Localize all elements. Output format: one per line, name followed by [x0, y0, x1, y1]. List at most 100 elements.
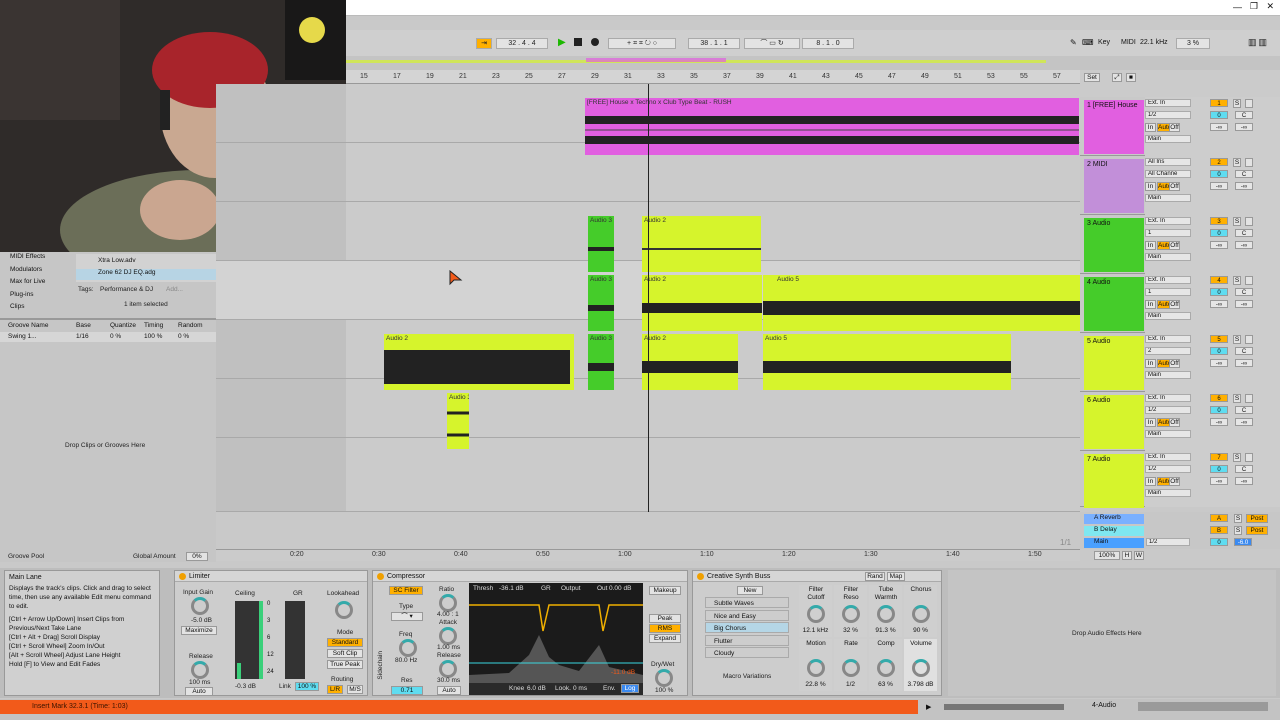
macro-knob[interactable]: [877, 659, 895, 677]
groove-cell[interactable]: 1/16: [76, 333, 89, 340]
routing-ms[interactable]: M/S: [347, 685, 363, 694]
track-name[interactable]: 2 MIDI: [1084, 159, 1144, 213]
file-item[interactable]: Xtra Low.adv: [76, 257, 216, 267]
monitor-off-button[interactable]: Off: [1169, 300, 1180, 309]
return-a-letter[interactable]: A: [1210, 514, 1228, 522]
file-item-selected[interactable]: Zone 62 DJ EQ.adg: [76, 269, 216, 280]
arm-button[interactable]: [1245, 394, 1253, 403]
main-output[interactable]: 1/2: [1146, 538, 1190, 546]
arrangement-view[interactable]: [FREE] House x Techno x Club Type Beat -…: [216, 84, 1080, 512]
solo-button[interactable]: S: [1233, 335, 1241, 344]
track-header[interactable]: 7 Audio Ext. In 1/2 In Auto Off Main 7 0 -∞ S C -∞: [1080, 451, 1280, 508]
drywet-knob[interactable]: [655, 669, 673, 687]
loop-switches[interactable]: ⌒ ▭ ↻: [744, 38, 800, 49]
track-number[interactable]: 6: [1210, 394, 1228, 402]
macro-3[interactable]: Chorus 90 %: [904, 585, 937, 637]
track-header[interactable]: 1 [FREE] House Ext. In 1/2 In Auto Off Main 1 0-…: [1080, 97, 1280, 156]
arm-button[interactable]: [1245, 335, 1253, 344]
macro-0[interactable]: Filter Cutoff 12.1 kHz: [799, 585, 832, 637]
monitor-off-button[interactable]: Off: [1169, 241, 1180, 250]
return-a-reverb[interactable]: A Reverb: [1084, 514, 1144, 524]
input-channel-select[interactable]: 1: [1145, 229, 1191, 237]
track-header[interactable]: 5 Audio Ext. In 2 In Auto Off Main 5 0 -∞ S C -∞: [1080, 333, 1280, 392]
macro-5[interactable]: Rate 1/2: [834, 639, 867, 691]
expand-icon[interactable]: ⤢: [1112, 73, 1122, 82]
track-send-b[interactable]: -∞: [1235, 418, 1253, 426]
track-overview[interactable]: [1138, 702, 1268, 711]
loop-length[interactable]: 8 . 1 . 0: [802, 38, 854, 49]
rand-button[interactable]: Rand: [865, 572, 885, 581]
variation-item[interactable]: Cloudy: [705, 647, 789, 658]
return-a-solo[interactable]: S: [1234, 514, 1242, 523]
clip-audio3-d[interactable]: Audio 3: [447, 393, 469, 449]
mode-true-peak[interactable]: True Peak: [327, 660, 363, 669]
input-type-select[interactable]: Ext. In: [1145, 394, 1191, 402]
macro-knob[interactable]: [842, 605, 860, 623]
return-b-solo[interactable]: S: [1234, 526, 1242, 535]
tag-chip[interactable]: Performance & DJ: [100, 286, 153, 293]
track-name[interactable]: 5 Audio: [1084, 336, 1144, 390]
arm-button[interactable]: [1245, 276, 1253, 285]
solo-button[interactable]: S: [1233, 276, 1241, 285]
freq-knob[interactable]: [399, 639, 417, 657]
clip-audio5-c[interactable]: Audio 5: [763, 334, 1011, 390]
track-send[interactable]: -∞: [1210, 477, 1228, 485]
monitor-in-button[interactable]: In: [1145, 418, 1156, 427]
restore-icon[interactable]: ❐: [1250, 1, 1258, 12]
lock-icon[interactable]: ■: [1126, 73, 1136, 82]
arrangement-overview[interactable]: [346, 56, 1280, 70]
monitor-in-button[interactable]: In: [1145, 182, 1156, 191]
track-send-b[interactable]: -∞: [1235, 241, 1253, 249]
minimize-icon[interactable]: —: [1233, 2, 1242, 12]
clip-overview-strip[interactable]: [944, 704, 1064, 710]
track-send[interactable]: -∞: [1210, 123, 1228, 131]
macro-7[interactable]: Volume 3.798 dB: [904, 639, 937, 691]
close-icon[interactable]: ✕: [1266, 1, 1274, 12]
input-channel-select[interactable]: 1/2: [1145, 111, 1191, 119]
solo-button[interactable]: S: [1233, 217, 1241, 226]
monitor-off-button[interactable]: Off: [1169, 477, 1180, 486]
track-pan[interactable]: C: [1235, 229, 1253, 237]
solo-button[interactable]: S: [1233, 453, 1241, 462]
input-channel-select[interactable]: 1/2: [1145, 406, 1191, 414]
draw-mode-icon[interactable]: ✎: [1070, 38, 1077, 47]
audio-effects-drop-zone[interactable]: Drop Audio Effects Here: [948, 570, 1276, 696]
macro-1[interactable]: Filter Reso 32 %: [834, 585, 867, 637]
mode-standard[interactable]: Standard: [327, 638, 363, 647]
track-name[interactable]: 4 Audio: [1084, 277, 1144, 331]
monitor-in-button[interactable]: In: [1145, 123, 1156, 132]
input-type-select[interactable]: All Ins: [1145, 158, 1191, 166]
groove-cell[interactable]: 0 %: [110, 333, 121, 340]
track-header[interactable]: 4 Audio Ext. In 1 In Auto Off Main 4 0 -∞ S C -∞: [1080, 274, 1280, 333]
log-button[interactable]: Log: [621, 684, 639, 693]
groove-row[interactable]: Swing 1... 1/16 0 % 100 % 0 %: [0, 332, 216, 342]
groove-cell[interactable]: 100 %: [144, 333, 162, 340]
clip-audio3-c[interactable]: Audio 3: [588, 334, 614, 390]
variation-item[interactable]: Flutter: [705, 634, 789, 646]
clip-main-beat[interactable]: [FREE] House x Techno x Club Type Beat -…: [585, 98, 1079, 155]
arrangement-position[interactable]: 32 . 4 . 4: [496, 38, 548, 49]
input-type-select[interactable]: Ext. In: [1145, 99, 1191, 107]
track-name[interactable]: 1 [FREE] House: [1084, 100, 1144, 154]
track-volume[interactable]: 0: [1210, 288, 1228, 296]
arm-button[interactable]: [1245, 453, 1253, 462]
play-small-icon[interactable]: ▶: [926, 703, 934, 711]
play-icon[interactable]: ▶: [558, 37, 566, 48]
add-tag[interactable]: Add...: [166, 286, 183, 293]
monitor-in-button[interactable]: In: [1145, 300, 1156, 309]
expand-button[interactable]: Expand: [649, 634, 681, 643]
macro-knob[interactable]: [807, 659, 825, 677]
track-number[interactable]: 1: [1210, 99, 1228, 107]
variation-item[interactable]: Big Chorus: [705, 622, 789, 633]
clip-audio3-a[interactable]: Audio 3: [588, 216, 614, 272]
return-b-delay[interactable]: B Delay: [1084, 526, 1144, 536]
track-send[interactable]: -∞: [1210, 300, 1228, 308]
return-b-post[interactable]: Post: [1246, 526, 1268, 535]
input-channel-select[interactable]: 2: [1145, 347, 1191, 355]
track-name[interactable]: 6 Audio: [1084, 395, 1144, 449]
auto-release-button[interactable]: Auto: [437, 686, 461, 695]
rms-button[interactable]: RMS: [649, 624, 681, 633]
set-button[interactable]: Set: [1084, 73, 1100, 82]
track-send-b[interactable]: -∞: [1235, 182, 1253, 190]
input-type-select[interactable]: Ext. In: [1145, 453, 1191, 461]
